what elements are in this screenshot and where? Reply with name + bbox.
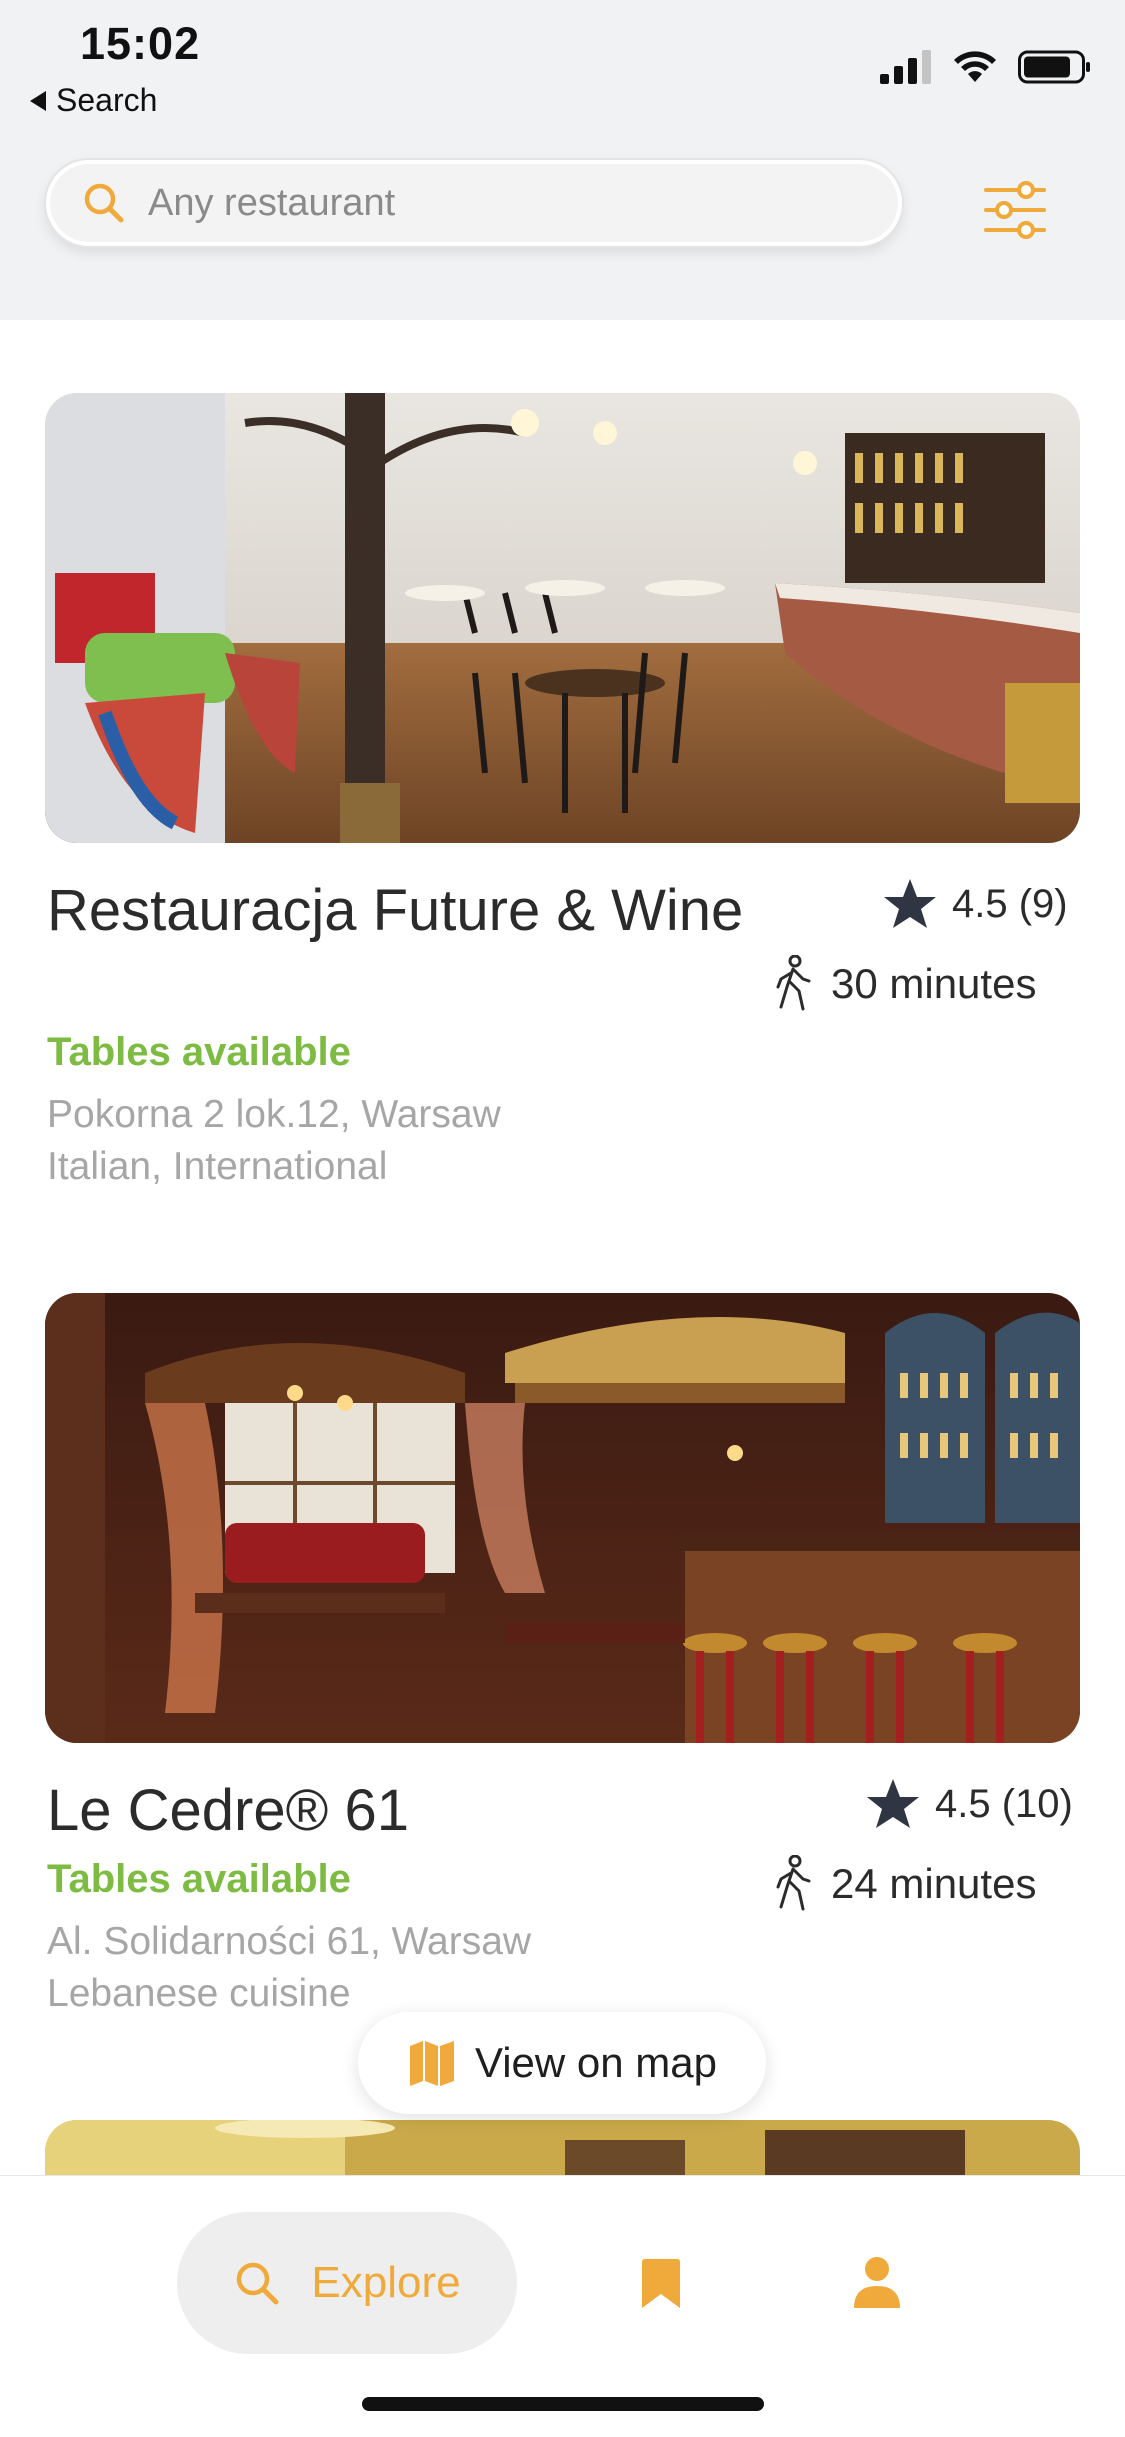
map-icon [409, 2041, 454, 2086]
walking-icon [776, 955, 811, 1011]
bookmark-icon[interactable] [640, 2258, 682, 2310]
back-arrow-icon [30, 90, 46, 111]
restaurant-photo-image [45, 2120, 1080, 2180]
availability-status: Tables available [47, 1030, 351, 1074]
wifi-icon [954, 51, 996, 82]
search-input[interactable] [146, 180, 850, 226]
rating-value: 4.5 (10) [935, 1781, 1073, 1826]
home-indicator [362, 2397, 764, 2411]
tab-explore-label: Explore [311, 2258, 461, 2307]
walking-distance: 24 minutes [773, 1855, 1036, 1913]
restaurant-cuisine: Lebanese cuisine [47, 1972, 351, 2015]
restaurant-photo[interactable] [45, 393, 1080, 843]
star-icon [867, 1779, 919, 1828]
restaurant-photo-image [45, 1293, 1080, 1743]
restaurant-rating: 4.5 (9) [882, 877, 1068, 931]
walk-time: 30 minutes [831, 960, 1037, 1007]
back-to-search-link[interactable]: Search [30, 82, 157, 119]
restaurant-address: Al. Solidarności 61, Warsaw [47, 1920, 532, 1963]
view-on-map-label: View on map [474, 2039, 718, 2086]
walking-distance: 30 minutes [773, 955, 1036, 1013]
restaurant-address: Pokorna 2 lok.12, Warsaw [47, 1093, 501, 1136]
search-bar[interactable] [46, 160, 902, 246]
availability-status: Tables available [47, 1857, 351, 1901]
restaurant-photo-image [45, 393, 1080, 843]
search-icon [84, 183, 124, 223]
battery-icon [1018, 50, 1090, 84]
search-icon [237, 2262, 279, 2305]
profile-icon[interactable] [852, 2256, 902, 2310]
restaurant-name[interactable]: Le Cedre® 61 [47, 1775, 747, 1847]
restaurant-name[interactable]: Restauracja Future & Wine [47, 875, 747, 947]
signal-icon [880, 50, 931, 84]
tab-explore[interactable]: Explore [177, 2212, 517, 2354]
back-label: Search [56, 82, 158, 118]
walking-icon [776, 1855, 811, 1911]
status-time: 15:02 [80, 18, 201, 69]
walk-time: 24 minutes [831, 1860, 1037, 1907]
restaurant-photo[interactable] [45, 1293, 1080, 1743]
restaurant-photo-partial[interactable] [45, 2120, 1080, 2180]
restaurant-cuisine: Italian, International [47, 1145, 388, 1188]
status-icons [880, 50, 1092, 84]
star-icon [884, 879, 936, 928]
restaurant-rating: 4.5 (10) [865, 1777, 1073, 1831]
rating-value: 4.5 (9) [952, 881, 1068, 926]
view-on-map-button[interactable]: View on map [358, 2012, 766, 2114]
filter-icon[interactable] [980, 180, 1050, 240]
